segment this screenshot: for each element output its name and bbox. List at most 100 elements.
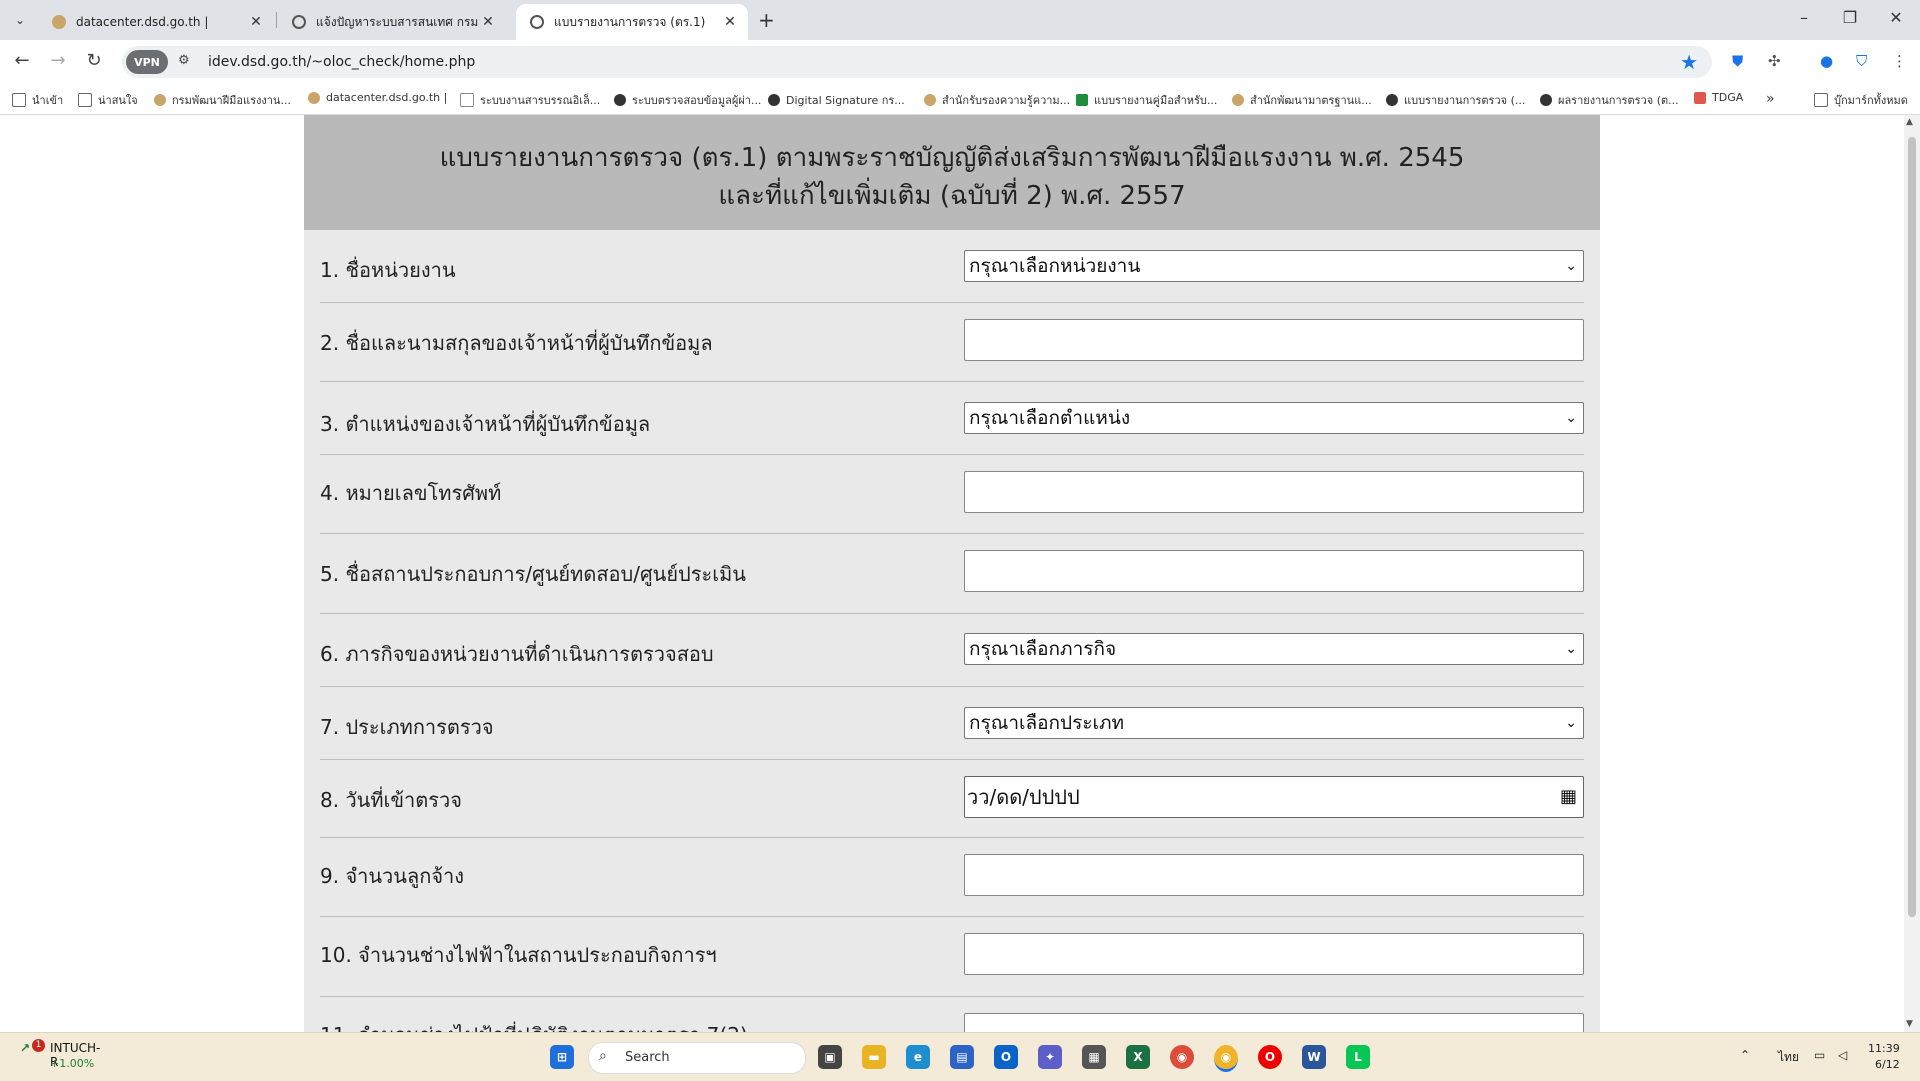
tab-issue-report[interactable]: แจ้งปัญหาระบบสารสนเทศ กรมพัฒนา ✕	[278, 4, 506, 40]
copilot-icon[interactable]: ✦	[1038, 1045, 1062, 1069]
scroll-up-icon[interactable]: ▲	[1906, 117, 1913, 127]
tdga-icon	[1694, 91, 1706, 104]
new-tab-button[interactable]: +	[758, 8, 775, 32]
language-indicator[interactable]: ไทย	[1778, 1048, 1799, 1067]
close-tab-icon[interactable]: ✕	[720, 14, 740, 30]
windows-taskbar: ↗ INTUCH-R +1.00% 1 ⊞ ⌕ Search ▣ ▬ e ▤ O…	[0, 1032, 1920, 1081]
site-info-icon[interactable]: ⚙	[178, 53, 190, 68]
field-row-employees: 9. จำนวนลูกจ้าง	[320, 838, 1584, 917]
bookmark-item[interactable]: แบบรายงานการตรวจ (...	[1386, 91, 1525, 109]
bookmark-folder[interactable]: น่าสนใจ	[78, 91, 138, 109]
tab-inspection-report[interactable]: แบบรายงานการตรวจ (ตร.1) ✕	[516, 4, 748, 40]
calculator-icon[interactable]: ▦	[1082, 1045, 1106, 1069]
url-text[interactable]: idev.dsd.go.th/~oloc_check/home.php	[208, 54, 475, 70]
field-label: 7. ประเภทการตรวจ	[320, 715, 494, 739]
opera-icon[interactable]: O	[1258, 1045, 1282, 1069]
word-icon[interactable]: W	[1302, 1045, 1326, 1069]
close-window-button[interactable]: ✕	[1876, 8, 1916, 27]
forward-icon[interactable]: →	[46, 50, 70, 71]
page-scrollbar[interactable]: ▲ ▼	[1904, 115, 1920, 1032]
taskbar-search[interactable]: ⌕ Search	[588, 1042, 806, 1074]
field-row-phone: 4. หมายเลขโทรศัพท์	[320, 455, 1584, 534]
calendar-icon[interactable]: ▦	[1560, 777, 1577, 817]
more-bookmarks-icon[interactable]: »	[1766, 91, 1775, 107]
browser-toolbar: ← → ↻ VPN ⚙ idev.dsd.go.th/~oloc_check/h…	[0, 40, 1920, 84]
mission-select[interactable]: กรุณาเลือกภารกิจ ⌄	[964, 633, 1584, 665]
bookmark-item[interactable]: ระบบงานสารบรรณอิเล็...	[460, 91, 600, 109]
bookmark-item[interactable]: สำนักพัฒนามาตรฐานแ...	[1232, 91, 1372, 109]
agency-select[interactable]: กรุณาเลือกหน่วยงาน ⌄	[964, 250, 1584, 282]
bookmark-item[interactable]: สำนักรับรองความรู้ความ...	[924, 91, 1070, 109]
bookmark-item[interactable]: ระบบตรวจสอบข้อมูลผู้ผ่า...	[614, 91, 761, 109]
address-bar[interactable]: VPN ⚙ idev.dsd.go.th/~oloc_check/home.ph…	[122, 46, 1712, 78]
restore-button[interactable]: ❐	[1830, 8, 1870, 27]
menu-kebab-icon[interactable]: ⋮	[1892, 52, 1907, 70]
globe-icon	[768, 94, 780, 106]
bookmark-item[interactable]: TDGA	[1694, 91, 1743, 104]
page-content: แบบรายงานการตรวจ (ตร.1) ตามพระราชบัญญัติ…	[0, 115, 1904, 1032]
site-favicon-icon	[924, 94, 936, 106]
establishment-input[interactable]	[964, 550, 1584, 592]
bookmark-item[interactable]: ผลรายงานการตรวจ (ต...	[1540, 91, 1679, 109]
tab-title: แบบรายงานการตรวจ (ตร.1)	[554, 14, 706, 29]
all-bookmarks-folder[interactable]: บุ๊กมาร์กทั้งหมด	[1814, 91, 1908, 109]
bookmark-item[interactable]: Digital Signature กร...	[768, 91, 905, 109]
inspection-date-input[interactable]: วว/ดด/ปปปป ▦	[964, 776, 1584, 818]
close-tab-icon[interactable]: ✕	[478, 14, 498, 30]
system-clock[interactable]: 11:39 6/12	[1868, 1041, 1900, 1073]
tab-search-button[interactable]: ⌄	[8, 9, 32, 31]
outlook-icon[interactable]: O	[994, 1045, 1018, 1069]
task-view-icon[interactable]: ▣	[818, 1045, 842, 1069]
vpn-badge[interactable]: VPN	[126, 50, 168, 74]
phone-input[interactable]	[964, 471, 1584, 513]
edge-icon[interactable]: e	[906, 1045, 930, 1069]
line-icon[interactable]: L	[1346, 1045, 1370, 1069]
field-label: 9. จำนวนลูกจ้าง	[320, 864, 465, 888]
chrome-icon[interactable]: ◉	[1170, 1045, 1194, 1069]
extension-shield-icon[interactable]: ⛊	[1732, 52, 1743, 70]
profile-avatar-icon[interactable]: ●	[1820, 52, 1833, 70]
reload-icon[interactable]: ↻	[82, 50, 106, 71]
inspection-form: แบบรายงานการตรวจ (ตร.1) ตามพระราชบัญญัติ…	[304, 115, 1600, 1032]
volume-icon[interactable]: ◁	[1838, 1048, 1847, 1062]
stock-change: +1.00%	[50, 1057, 95, 1070]
field-row-electricians: 10. จำนวนช่างไฟฟ้าในสถานประกอบกิจการฯ	[320, 917, 1584, 997]
electricians-section7-input[interactable]	[964, 1013, 1584, 1032]
tray-overflow-icon[interactable]: ⌃	[1740, 1048, 1750, 1062]
chevron-down-icon: ⌄	[1565, 258, 1577, 274]
field-row-electricians-section7: 11. จำนวนช่างไฟฟ้าที่ปฏิบัติงานตามมาตรา …	[320, 997, 1584, 1032]
globe-icon	[1540, 94, 1552, 106]
bookmark-item[interactable]: กรมพัฒนาฝีมือแรงงาน...	[154, 91, 291, 109]
bookmark-item[interactable]: datacenter.dsd.go.th |	[308, 91, 447, 104]
employees-input[interactable]	[964, 854, 1584, 896]
tab-datacenter[interactable]: datacenter.dsd.go.th | ✕	[38, 4, 274, 40]
globe-icon	[292, 15, 306, 29]
close-tab-icon[interactable]: ✕	[246, 14, 266, 30]
electricians-input[interactable]	[964, 933, 1584, 975]
file-explorer-icon[interactable]: ▬	[862, 1045, 886, 1069]
chrome-active-icon[interactable]: ◉	[1214, 1045, 1238, 1072]
position-select[interactable]: กรุณาเลือกตำแหน่ง ⌄	[964, 402, 1584, 434]
bookmark-item[interactable]: แบบรายงานคู่มือสำหรับ...	[1076, 91, 1217, 109]
chevron-down-icon: ⌄	[1565, 410, 1577, 426]
scroll-down-icon[interactable]: ▼	[1906, 1019, 1913, 1029]
minimize-button[interactable]: –	[1784, 8, 1824, 27]
network-icon[interactable]: ▭	[1814, 1048, 1825, 1062]
windows-start-icon[interactable]: ⊞	[550, 1045, 574, 1069]
bookmark-item[interactable]: นำเข้า	[12, 91, 63, 109]
bookmark-star-icon[interactable]: ★	[1680, 50, 1698, 74]
excel-icon[interactable]: X	[1126, 1045, 1150, 1069]
recorder-name-input[interactable]	[964, 319, 1584, 361]
scrollbar-thumb[interactable]	[1908, 137, 1916, 917]
search-icon: ⌕	[599, 1048, 607, 1064]
inspection-type-select[interactable]: กรุณาเลือกประเภท ⌄	[964, 707, 1584, 739]
globe-icon	[614, 94, 626, 106]
field-row-inspection-date: 8. วันที่เข้าตรวจ วว/ดด/ปปปป ▦	[320, 760, 1584, 838]
field-row-position: 3. ตำแหน่งของเจ้าหน้าที่ผู้บันทึกข้อมูล …	[320, 382, 1584, 455]
security-shield-icon[interactable]: ⛉	[1856, 52, 1867, 70]
back-icon[interactable]: ←	[10, 50, 34, 71]
store-icon[interactable]: ▤	[950, 1045, 974, 1069]
document-icon	[460, 93, 474, 107]
extensions-puzzle-icon[interactable]: ✣	[1768, 52, 1781, 70]
globe-icon	[1386, 94, 1398, 106]
